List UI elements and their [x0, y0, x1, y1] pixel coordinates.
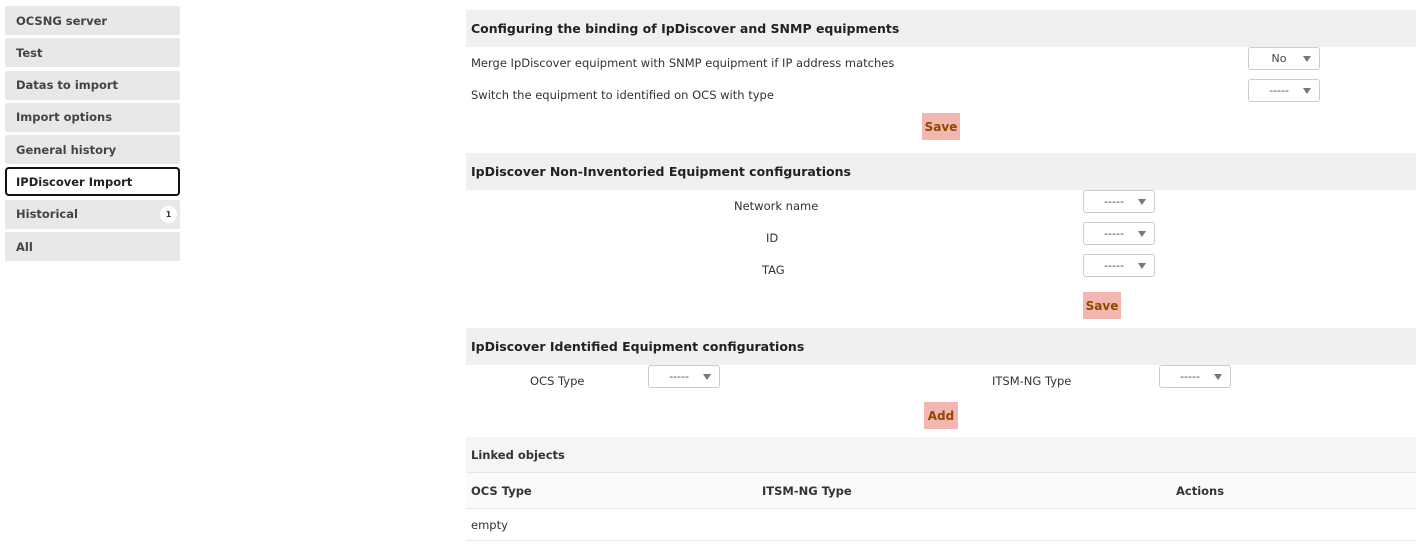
main-content: Configuring the binding of IpDiscover an… [466, 0, 1416, 541]
chevron-down-icon [1138, 199, 1146, 205]
sidebar-item-label: Datas to import [16, 78, 119, 93]
sidebar: OCSNG server Test Datas to import Import… [5, 6, 180, 264]
chevron-down-icon [1303, 88, 1311, 94]
chevron-down-icon [703, 374, 711, 380]
column-itsm-type: ITSM-NG Type [762, 483, 852, 498]
network-name-label: Network name [734, 199, 819, 213]
tag-select[interactable]: ----- [1083, 254, 1155, 277]
table-row: empty [466, 509, 1416, 541]
chevron-down-icon [1138, 231, 1146, 237]
chevron-down-icon [1138, 263, 1146, 269]
binding-section-title: Configuring the binding of IpDiscover an… [466, 10, 1416, 47]
ocs-type-select[interactable]: ----- [648, 365, 720, 388]
chevron-down-icon [1214, 374, 1222, 380]
ocs-type-label: OCS Type [530, 374, 585, 388]
id-label: ID [766, 231, 779, 245]
itsm-type-select[interactable]: ----- [1159, 365, 1231, 388]
save-non-inventoried-button[interactable]: Save [1083, 292, 1121, 319]
linked-objects-title: Linked objects [466, 437, 1416, 473]
sidebar-item-general-history[interactable]: General history [5, 135, 180, 165]
sidebar-item-label: General history [16, 142, 117, 157]
save-binding-button[interactable]: Save [922, 113, 960, 140]
sidebar-item-label: IPDiscover Import [16, 174, 133, 189]
table-header-row: OCS Type ITSM-NG Type Actions [466, 473, 1416, 509]
sidebar-item-label: All [16, 239, 33, 254]
sidebar-item-all[interactable]: All [5, 232, 180, 262]
itsm-type-label: ITSM-NG Type [992, 374, 1072, 388]
sidebar-item-import-options[interactable]: Import options [5, 102, 180, 132]
sidebar-item-historical[interactable]: Historical 1 [5, 199, 180, 229]
identified-section-title: IpDiscover Identified Equipment configur… [466, 328, 1416, 365]
sidebar-item-label: Test [16, 45, 43, 60]
tag-label: TAG [762, 263, 785, 277]
sidebar-item-datas-to-import[interactable]: Datas to import [5, 70, 180, 100]
chevron-down-icon [1303, 56, 1311, 62]
count-badge: 1 [160, 205, 177, 223]
merge-label: Merge IpDiscover equipment with SNMP equ… [471, 56, 895, 70]
network-name-select[interactable]: ----- [1083, 190, 1155, 213]
sidebar-item-ocsng-server[interactable]: OCSNG server [5, 6, 180, 35]
sidebar-item-label: OCSNG server [16, 13, 108, 28]
sidebar-item-label: Historical [16, 207, 78, 222]
switch-label: Switch the equipment to identified on OC… [471, 88, 774, 102]
sidebar-item-label: Import options [16, 110, 113, 125]
empty-text: empty [471, 517, 508, 532]
sidebar-item-ipdiscover-import[interactable]: IPDiscover Import [5, 167, 180, 197]
non-inventoried-section-title: IpDiscover Non-Inventoried Equipment con… [466, 153, 1416, 190]
add-link-button[interactable]: Add [924, 402, 958, 429]
column-actions: Actions [1176, 483, 1225, 498]
id-select[interactable]: ----- [1083, 222, 1155, 245]
switch-type-select[interactable]: ----- [1248, 79, 1320, 102]
merge-select[interactable]: No [1248, 47, 1320, 70]
sidebar-item-test[interactable]: Test [5, 38, 180, 68]
column-ocs-type: OCS Type [471, 483, 532, 498]
